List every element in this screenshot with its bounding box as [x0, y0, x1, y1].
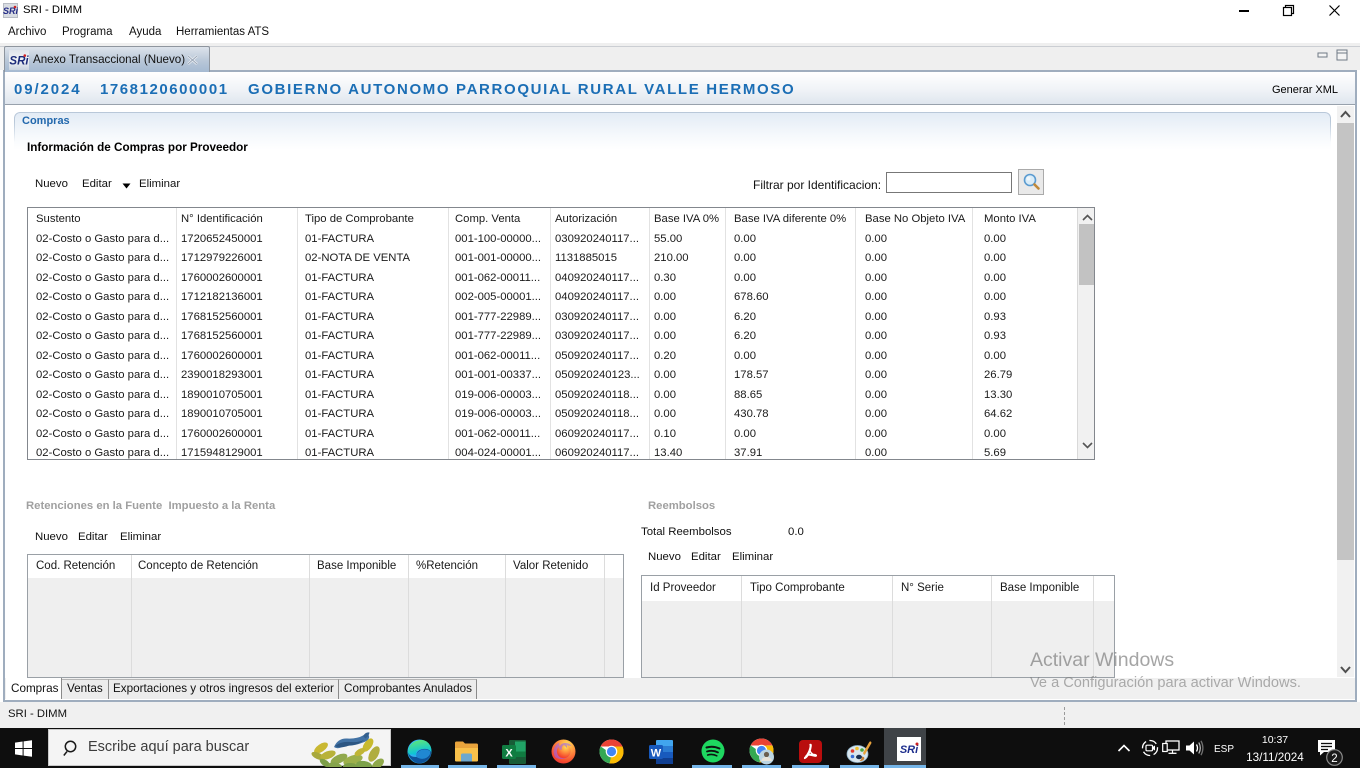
svg-text:W: W — [651, 748, 662, 760]
svg-text:2: 2 — [1331, 753, 1337, 765]
svg-text:SRi: SRi — [900, 744, 919, 756]
svg-text:X: X — [505, 748, 513, 760]
svg-text:SRi: SRi — [9, 56, 29, 68]
